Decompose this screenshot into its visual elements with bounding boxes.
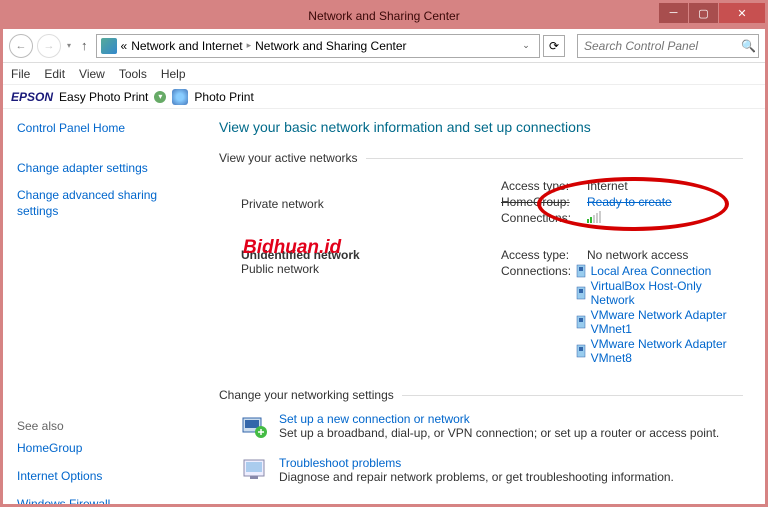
breadcrumb-item-network[interactable]: Network and Internet	[131, 39, 242, 53]
up-button[interactable]: ↑	[77, 38, 92, 53]
wifi-signal-icon	[587, 211, 601, 223]
see-also-label: See also	[17, 419, 199, 433]
network-type: Private network	[241, 197, 501, 211]
ethernet-icon	[575, 264, 587, 278]
troubleshoot-icon	[241, 456, 269, 484]
close-button[interactable]: ✕	[719, 3, 765, 23]
page-heading: View your basic network information and …	[219, 119, 743, 135]
active-networks-label: View your active networks	[219, 151, 358, 165]
window-title: Network and Sharing Center	[308, 9, 459, 23]
sidebar-internet-options[interactable]: Internet Options	[17, 469, 199, 485]
connection-link[interactable]: Local Area Connection	[591, 264, 712, 278]
epson-photo-print[interactable]: Photo Print	[194, 90, 253, 104]
setup-connection-desc: Set up a broadband, dial-up, or VPN conn…	[279, 426, 719, 440]
setup-connection-title[interactable]: Set up a new connection or network	[279, 412, 719, 426]
troubleshoot-problems[interactable]: Troubleshoot problems Diagnose and repai…	[241, 456, 743, 484]
breadcrumb-item-sharing[interactable]: Network and Sharing Center	[255, 39, 406, 53]
setup-connection-icon	[241, 412, 269, 440]
connections-label: Connections:	[501, 211, 587, 226]
menu-edit[interactable]: Edit	[44, 67, 65, 81]
search-icon: 🔍	[741, 39, 756, 53]
change-settings-label: Change your networking settings	[219, 388, 394, 402]
sidebar-change-advanced[interactable]: Change advanced sharing settings	[17, 188, 199, 219]
divider	[402, 395, 743, 396]
network-type: Public network	[241, 262, 501, 276]
main-content: View your basic network information and …	[213, 109, 765, 504]
epson-toolbar: EPSON Easy Photo Print ▾ Photo Print	[3, 85, 765, 109]
menu-file[interactable]: File	[11, 67, 30, 81]
ethernet-icon	[575, 315, 587, 329]
maximize-button[interactable]: ▢	[689, 3, 718, 23]
sidebar: Control Panel Home Change adapter settin…	[3, 109, 213, 504]
breadcrumb-chevron: «	[121, 39, 128, 53]
chevron-right-icon: ▸	[247, 40, 252, 51]
minimize-button[interactable]: ─	[659, 3, 688, 23]
epson-dropdown-icon[interactable]: ▾	[154, 91, 166, 103]
network-block-private: Private network Access type: Internet Ho…	[241, 179, 743, 228]
connections-label: Connections:	[501, 264, 575, 366]
network-name: Unidentified network	[241, 248, 501, 262]
access-type-label: Access type:	[501, 248, 587, 262]
sidebar-control-panel-home[interactable]: Control Panel Home	[17, 121, 199, 137]
connections-value[interactable]	[587, 211, 601, 226]
divider	[366, 158, 743, 159]
sidebar-change-adapter[interactable]: Change adapter settings	[17, 161, 199, 177]
menu-help[interactable]: Help	[161, 67, 186, 81]
menu-view[interactable]: View	[79, 67, 105, 81]
access-type-label: Access type:	[501, 179, 587, 193]
photo-print-icon	[172, 89, 188, 105]
setup-new-connection[interactable]: Set up a new connection or network Set u…	[241, 412, 743, 440]
history-dropdown-icon[interactable]: ▾	[65, 41, 73, 50]
epson-brand: EPSON	[11, 90, 53, 104]
back-button[interactable]: ←	[9, 34, 33, 58]
search-input[interactable]	[584, 39, 741, 53]
menu-tools[interactable]: Tools	[119, 67, 147, 81]
sidebar-windows-firewall[interactable]: Windows Firewall	[17, 497, 199, 504]
forward-button[interactable]: →	[37, 34, 61, 58]
access-type-value: No network access	[587, 248, 688, 262]
breadcrumb-dropdown-icon[interactable]: ⌄	[517, 40, 535, 51]
breadcrumb[interactable]: « Network and Internet ▸ Network and Sha…	[96, 34, 540, 58]
homegroup-value[interactable]: Ready to create	[587, 195, 672, 209]
menubar: File Edit View Tools Help	[3, 63, 765, 85]
control-panel-icon	[101, 38, 117, 54]
connection-link[interactable]: VirtualBox Host-Only Network	[591, 279, 743, 307]
connection-link[interactable]: VMware Network Adapter VMnet1	[591, 308, 743, 336]
homegroup-label: HomeGroup:	[501, 195, 587, 209]
troubleshoot-desc: Diagnose and repair network problems, or…	[279, 470, 674, 484]
sidebar-homegroup[interactable]: HomeGroup	[17, 441, 199, 457]
network-block-unidentified: Unidentified network Public network Acce…	[241, 248, 743, 368]
titlebar: Network and Sharing Center ─ ▢ ✕	[3, 3, 765, 29]
refresh-button[interactable]: ⟳	[543, 35, 565, 57]
connection-link[interactable]: VMware Network Adapter VMnet8	[591, 337, 743, 365]
ethernet-icon	[575, 344, 587, 358]
address-bar: ← → ▾ ↑ « Network and Internet ▸ Network…	[3, 29, 765, 63]
epson-easy-photo-print[interactable]: Easy Photo Print	[59, 90, 148, 104]
troubleshoot-title[interactable]: Troubleshoot problems	[279, 456, 674, 470]
access-type-value: Internet	[587, 179, 628, 193]
search-box[interactable]: 🔍	[577, 34, 759, 58]
ethernet-icon	[575, 286, 587, 300]
